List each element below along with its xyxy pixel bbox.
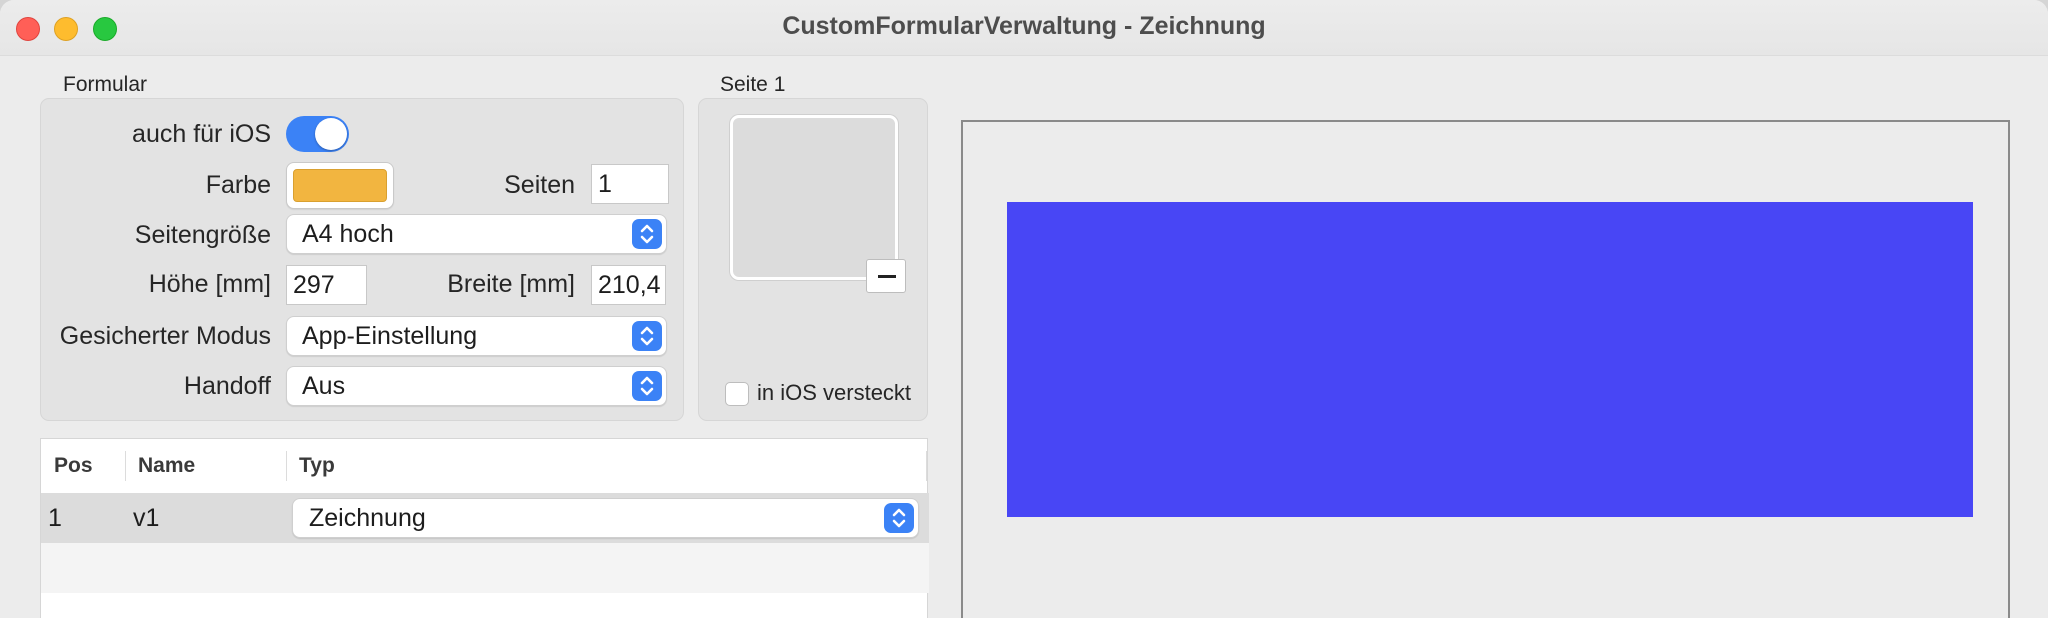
seiten-input[interactable]: 1	[591, 164, 669, 204]
empty-table-row	[41, 543, 929, 593]
seiten-label: Seiten	[504, 171, 575, 199]
row-typ-value: Zeichnung	[309, 504, 426, 532]
updown-chevron-icon	[632, 219, 662, 249]
app-window: CustomFormularVerwaltung - Zeichnung For…	[0, 0, 2048, 618]
window-title: CustomFormularVerwaltung - Zeichnung	[782, 12, 1266, 40]
ios-toggle[interactable]	[286, 116, 349, 152]
column-separator	[926, 451, 927, 481]
color-well[interactable]	[286, 162, 394, 209]
modus-value: App-Einstellung	[302, 322, 478, 350]
seitengroesse-label: Seitengröße	[134, 221, 271, 249]
updown-chevron-icon	[884, 503, 914, 533]
handoff-popup[interactable]: Aus	[286, 366, 667, 406]
title-bar: CustomFormularVerwaltung - Zeichnung	[0, 0, 2048, 56]
row-typ-popup[interactable]: Zeichnung	[292, 498, 919, 538]
farbe-label: Farbe	[205, 171, 271, 199]
row-pos: 1	[48, 504, 62, 532]
row-name: v1	[133, 504, 160, 532]
seitengroesse-popup[interactable]: A4 hoch	[286, 214, 667, 254]
hoehe-label: Höhe [mm]	[148, 270, 271, 298]
handoff-label: Handoff	[183, 372, 271, 400]
column-header-pos[interactable]: Pos	[54, 439, 93, 493]
toggle-knob	[315, 118, 347, 150]
updown-chevron-icon	[632, 371, 662, 401]
column-separator	[125, 451, 126, 481]
modus-popup[interactable]: App-Einstellung	[286, 316, 667, 356]
column-header-typ[interactable]: Typ	[299, 439, 335, 493]
ios-hidden-checkbox[interactable]	[725, 382, 749, 406]
handoff-value: Aus	[302, 372, 346, 400]
formular-group-label: Formular	[63, 73, 148, 96]
table-row[interactable]: 1 v1 Zeichnung	[41, 493, 929, 543]
breite-label: Breite [mm]	[447, 270, 575, 298]
seite-group-label: Seite 1	[720, 73, 786, 96]
color-swatch	[293, 169, 387, 202]
ios-hidden-label: in iOS versteckt	[757, 380, 912, 405]
ios-label: auch für iOS	[132, 120, 271, 148]
remove-page-button[interactable]	[866, 259, 906, 293]
seitengroesse-value: A4 hoch	[302, 220, 394, 248]
column-separator	[286, 451, 287, 481]
drawing-rectangle[interactable]	[1007, 202, 1973, 517]
updown-chevron-icon	[632, 321, 662, 351]
elements-table: Pos Name Typ 1 v1 Zeichnung	[40, 438, 929, 618]
column-header-name[interactable]: Name	[138, 439, 195, 493]
breite-input[interactable]: 210,4	[591, 265, 666, 305]
modus-label: Gesicherter Modus	[59, 322, 271, 350]
page-thumbnail[interactable]	[730, 115, 898, 280]
minus-icon	[878, 275, 896, 278]
hoehe-input[interactable]: 297	[286, 265, 367, 305]
